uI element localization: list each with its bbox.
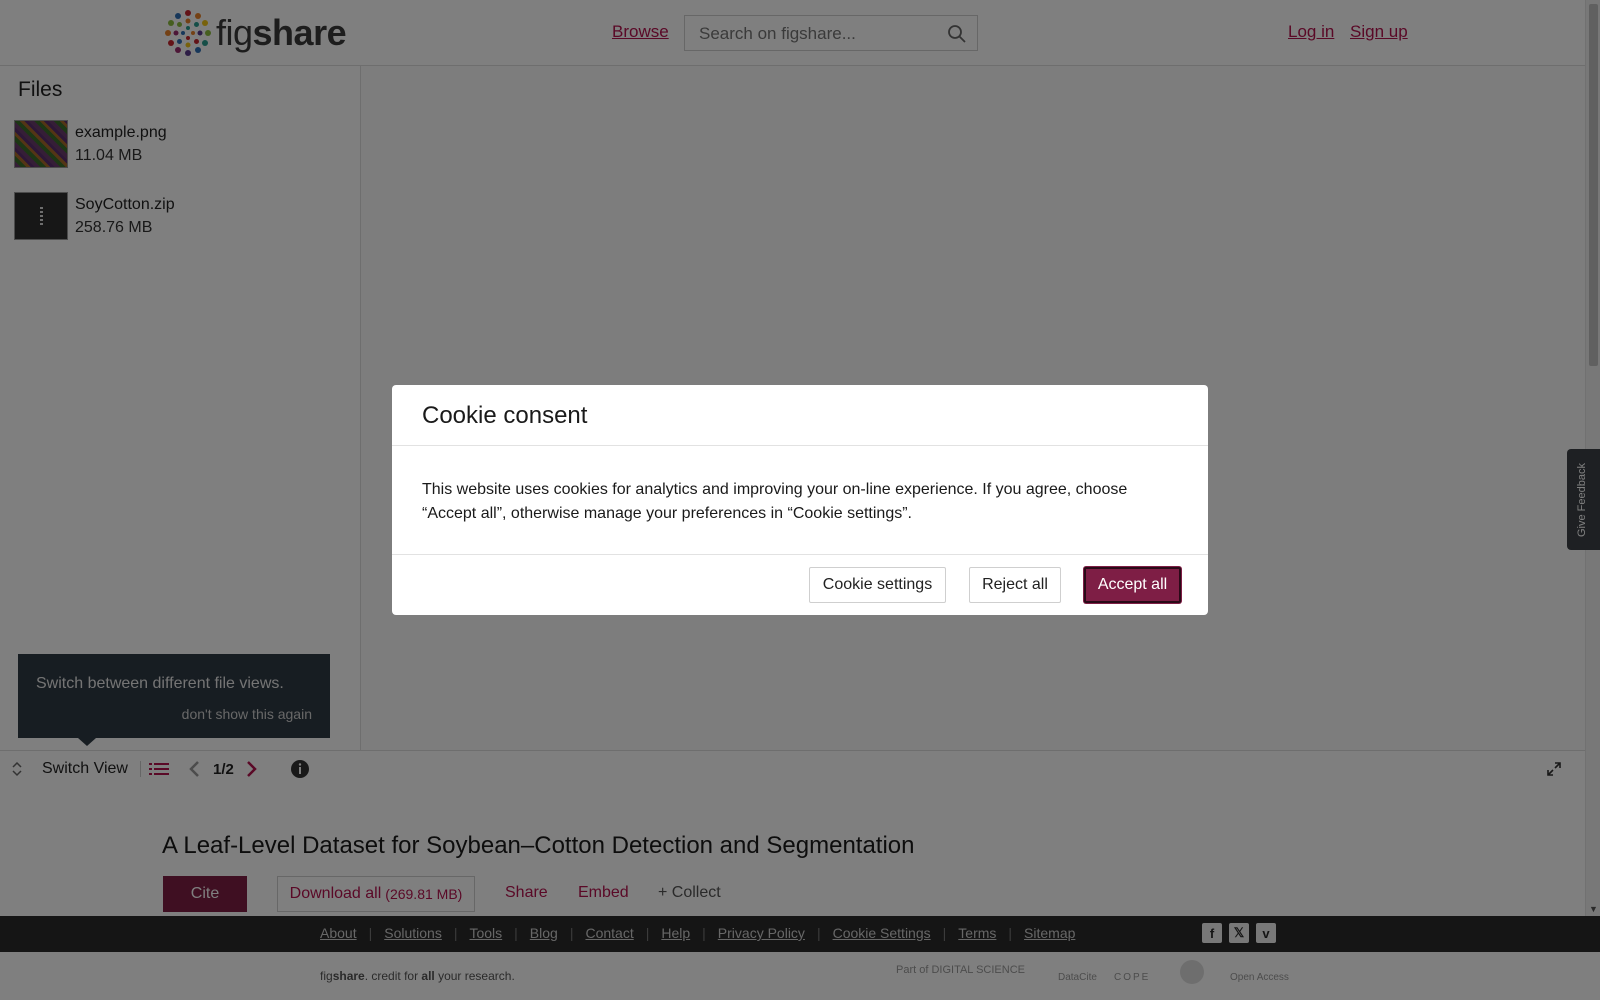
modal-title: Cookie consent xyxy=(422,402,588,429)
cookie-consent-dialog: Cookie consent This website uses cookies… xyxy=(392,385,1208,615)
modal-body: This website uses cookies for analytics … xyxy=(392,446,1208,555)
cookie-settings-button[interactable]: Cookie settings xyxy=(809,567,946,603)
cookie-consent-text: This website uses cookies for analytics … xyxy=(422,481,1128,522)
modal-footer: Cookie settings Reject all Accept all xyxy=(392,555,1208,614)
modal-header: Cookie consent xyxy=(392,385,1208,446)
reject-all-button[interactable]: Reject all xyxy=(969,567,1061,603)
accept-all-button[interactable]: Accept all xyxy=(1084,567,1181,603)
